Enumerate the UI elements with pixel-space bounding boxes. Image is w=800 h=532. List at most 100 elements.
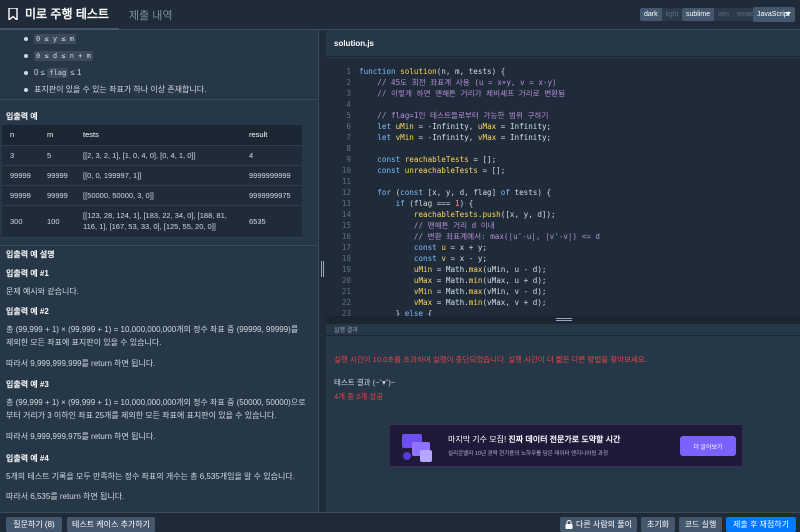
example-2-title: 입출력 예 #2 <box>6 307 49 316</box>
example-4-text: 5개의 테스트 기록을 모두 만족하는 정수 좌표의 개수는 총 6,535개임… <box>6 472 295 481</box>
ad-banner[interactable]: 마지막 기수 모집! 진짜 데이터 전문가로 도약할 시간 실리콘밸리 10년 … <box>389 424 743 467</box>
table-cell: 99999 <box>2 185 39 206</box>
others-solution-label: 다른 사람의 풀이 <box>576 520 632 529</box>
table-header-cell: m <box>39 125 75 146</box>
table-header-cell: tests <box>75 125 241 146</box>
table-cell: 5 <box>39 145 75 166</box>
table-cell: [[123, 28, 124, 1], [183, 22, 34, 0], [1… <box>75 205 241 238</box>
line-number: 19 <box>341 265 351 274</box>
tab-problem-label: 미로 주행 테스트 <box>25 7 109 21</box>
theme-toggle[interactable]: dark light <box>640 8 683 21</box>
example-1-text: 문제 예시와 같습니다. <box>6 287 79 296</box>
line-number: 8 <box>346 144 351 153</box>
io-example-title: 입출력 예 <box>6 112 38 121</box>
table-cell: [[50000, 50000, 3, 0]] <box>75 185 241 206</box>
explanation-title: 입출력 예 설명 <box>6 250 55 259</box>
constraints-list: 0 ≤ y ≤ m 0 ≤ d ≤ n + m 0 ≤ flag ≤ 1 표지판… <box>18 31 318 99</box>
table-cell: 100 <box>39 205 75 238</box>
divider <box>0 99 318 100</box>
line-number: 15 <box>341 221 351 230</box>
keymap-vim-option[interactable]: vim <box>714 8 734 21</box>
table-cell: 99999 <box>2 165 39 186</box>
tab-problem[interactable]: 미로 주행 테스트 <box>0 0 119 30</box>
test-result-heading: 테스트 결과 (~˘▾˘)~ <box>334 378 396 387</box>
line-number: 5 <box>346 111 351 120</box>
line-number: 20 <box>341 276 351 285</box>
problem-description-panel[interactable]: 0 ≤ y ≤ m 0 ≤ d ≤ n + m 0 ≤ flag ≤ 1 표지판… <box>0 31 318 512</box>
line-number: 17 <box>341 243 351 252</box>
banner-learn-more-button[interactable]: 더 알아보기 <box>680 436 736 456</box>
bookmark-icon <box>8 7 18 20</box>
line-number: 9 <box>346 155 351 164</box>
table-cell: 9999999975 <box>241 185 302 206</box>
add-testcase-button[interactable]: 테스트 케이스 추가하기 <box>67 517 155 532</box>
line-number: 11 <box>341 177 351 186</box>
result-label: 실행 결과 <box>334 328 358 334</box>
keymap-sublime-option[interactable]: sublime <box>682 8 715 21</box>
constraint-item: 표지판이 있을 수 있는 좌표가 하나 이상 존재합니다. <box>18 82 318 99</box>
theme-light-option[interactable]: light <box>661 8 683 21</box>
line-number: 22 <box>341 298 351 307</box>
table-cell: 3 <box>2 145 39 166</box>
divider <box>0 245 318 246</box>
editor-header: solution.js <box>326 31 800 57</box>
line-number: 1 <box>346 67 351 76</box>
file-name: solution.js <box>334 39 374 48</box>
banner-title: 마지막 기수 모집! 진짜 데이터 전문가로 도약할 시간 <box>448 434 620 445</box>
bottom-bar: 질문하기 (8) 테스트 케이스 추가하기 다른 사람의 풀이 초기화 코드 실… <box>0 512 800 532</box>
table-cell: 6535 <box>241 205 302 238</box>
error-message: 실행 시간이 10.0초를 초과하여 실행이 중단되었습니다. 실행 시간이 더… <box>334 355 647 364</box>
constraint-code: 0 ≤ d ≤ n + m <box>34 51 93 61</box>
banner-illustration-icon <box>402 434 432 462</box>
result-header: 실행 결과 <box>326 324 800 336</box>
constraint-text: 표지판이 있을 수 있는 좌표가 하나 이상 존재합니다. <box>34 85 207 94</box>
banner-subtitle: 실리콘밸리 10년 경력 현기용의 노하우를 담은 데이터 엔지니어링 과정 <box>448 451 609 457</box>
drag-handle-icon[interactable] <box>556 318 572 322</box>
question-button[interactable]: 질문하기 (8) <box>6 517 62 532</box>
table-cell: 300 <box>2 205 39 238</box>
constraint-code: 0 ≤ y ≤ m <box>34 34 76 44</box>
line-number: 23 <box>341 309 351 316</box>
line-number: 7 <box>346 133 351 142</box>
table-row: 3 5 [[2, 3, 2, 1], [1, 0, 4, 0], [0, 4, … <box>2 145 302 166</box>
others-solution-button[interactable]: 다른 사람의 풀이 <box>560 517 637 532</box>
keymap-toggle[interactable]: sublime vim emacs <box>682 8 762 21</box>
example-3-title: 입출력 예 #3 <box>6 380 49 389</box>
table-header-cell: n <box>2 125 39 146</box>
drag-handle-icon[interactable] <box>321 261 325 277</box>
line-number: 10 <box>341 166 351 175</box>
banner-title-bold: 진짜 데이터 전문가로 도약할 시간 <box>508 435 621 444</box>
panel-splitter[interactable] <box>318 31 326 512</box>
table-row: 99999 99999 [[0, 0, 199997, 1]] 99999999… <box>2 165 302 186</box>
line-number: 12 <box>341 188 351 197</box>
run-code-button[interactable]: 코드 실행 <box>679 517 722 532</box>
chevron-down-icon <box>785 12 791 16</box>
table-row: 99999 99999 [[50000, 50000, 3, 0]] 99999… <box>2 185 302 206</box>
constraint-item: 0 ≤ flag ≤ 1 <box>18 65 318 82</box>
tab-submissions[interactable]: 제출 내역 <box>129 7 173 23</box>
constraint-code: flag <box>47 68 69 78</box>
table-cell: 9999999999 <box>241 165 302 186</box>
banner-title-prefix: 마지막 기수 모집! <box>448 435 509 444</box>
line-number: 16 <box>341 232 351 241</box>
result-panel: 실행 결과 실행 시간이 10.0초를 초과하여 실행이 중단되었습니다. 실행… <box>326 324 800 512</box>
theme-dark-option[interactable]: dark <box>640 8 662 21</box>
table-cell: [[0, 0, 199997, 1]] <box>75 165 241 186</box>
constraint-text: ≤ 1 <box>68 68 82 77</box>
lock-icon <box>565 520 573 529</box>
reset-button[interactable]: 초기화 <box>641 517 675 532</box>
example-2-result: 따라서 9,999,999,999를 return 하면 됩니다. <box>6 359 156 368</box>
editor-resize-handle[interactable] <box>326 316 800 324</box>
example-4-result: 따라서 6,535를 return 하면 됩니다. <box>6 492 125 501</box>
table-row: 300 100 [[123, 28, 124, 1], [183, 22, 34… <box>2 205 302 238</box>
line-number: 13 <box>341 199 351 208</box>
example-3-result: 따라서 9,999,999,975를 return 하면 됩니다. <box>6 432 156 441</box>
table-cell: [[2, 3, 2, 1], [1, 0, 4, 0], [0, 4, 1, 0… <box>75 145 241 166</box>
submit-button[interactable]: 제출 후 채점하기 <box>726 517 796 532</box>
io-example-table: n m tests result 3 5 [[2, 3, 2, 1], [1, … <box>2 125 302 238</box>
test-score: 4개 중 2개 성공 <box>334 392 384 401</box>
language-select[interactable]: JavaScript <box>753 7 795 22</box>
code-editor[interactable]: 1 function solution(n, m, tests) { 2 // 4… <box>326 58 800 316</box>
table-header-row: n m tests result <box>2 125 302 146</box>
top-bar: 미로 주행 테스트 제출 내역 dark light sublime vim e… <box>0 0 800 30</box>
